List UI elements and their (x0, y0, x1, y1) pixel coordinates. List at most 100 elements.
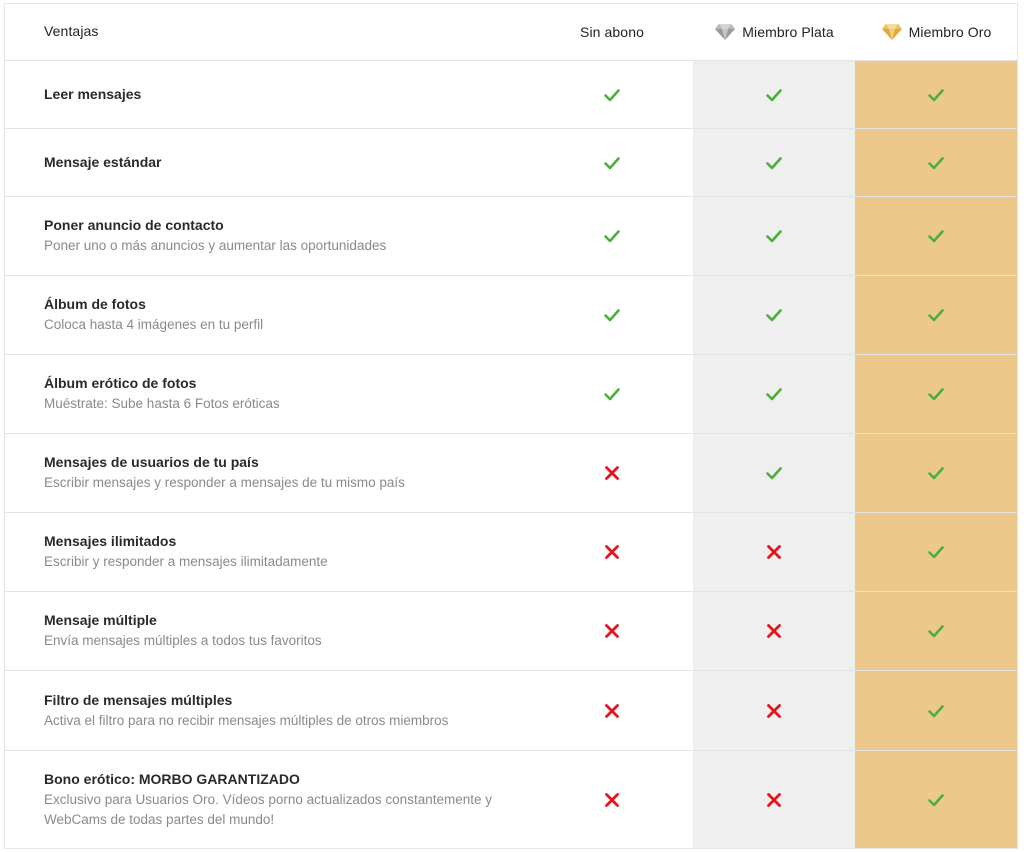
cross-icon (767, 792, 781, 807)
availability-cell-silver (693, 385, 855, 403)
check-icon (928, 625, 944, 638)
table-row: Leer mensajes (5, 61, 1017, 129)
comparison-table: Ventajas Sin abono Miembro Plata Miembro… (4, 3, 1018, 849)
check-icon (766, 230, 782, 243)
silver-diamond-icon (715, 24, 736, 40)
cross-icon (767, 624, 781, 638)
availability-cell-free (531, 86, 693, 104)
availability-cell-gold (855, 306, 1017, 324)
availability-cell-free (531, 227, 693, 245)
page: Ventajas Sin abono Miembro Plata Miembro… (0, 0, 1024, 852)
check-icon (928, 793, 944, 806)
feature-cell: Mensajes de usuarios de tu país Escribir … (5, 453, 531, 493)
check-icon (604, 230, 620, 243)
feature-cell: Poner anuncio de contacto Poner uno o más… (5, 216, 531, 256)
table-row: Álbum de fotos Coloca hasta 4 imágenes en… (5, 276, 1017, 355)
availability-cell-free (531, 306, 693, 324)
availability-cell-silver (693, 154, 855, 172)
cross-icon (605, 545, 619, 559)
availability-cell-gold (855, 543, 1017, 561)
feature-description: Coloca hasta 4 imágenes en tu perfil (44, 317, 264, 332)
cross-icon (605, 466, 619, 480)
feature-title: Mensaje estándar (44, 154, 162, 170)
feature-title: Álbum erótico de fotos (44, 375, 197, 391)
header-plan-free-label: Sin abono (580, 24, 644, 40)
check-icon (766, 309, 782, 322)
table-row: Mensaje múltiple Envía mensajes múltiples… (5, 592, 1017, 671)
availability-cell-gold (855, 702, 1017, 720)
availability-cell-gold (855, 154, 1017, 172)
availability-cell-silver (693, 791, 855, 809)
check-icon (928, 704, 944, 717)
availability-cell-free (531, 622, 693, 640)
feature-title: Mensajes ilimitados (44, 533, 177, 549)
table-row: Poner anuncio de contacto Poner uno o más… (5, 197, 1017, 276)
feature-cell: Álbum erótico de fotos Muéstrate: Sube ha… (5, 374, 531, 414)
table-row: Mensajes ilimitados Escribir y responder … (5, 513, 1017, 592)
availability-cell-gold (855, 791, 1017, 809)
feature-cell: Bono erótico: MORBO GARANTIZADO Exclusivo… (5, 770, 531, 830)
availability-cell-free (531, 543, 693, 561)
availability-cell-gold (855, 86, 1017, 104)
check-icon (766, 156, 782, 169)
feature-description: Exclusivo para Usuarios Oro. Vídeos porn… (44, 791, 492, 827)
feature-cell: Leer mensajes (5, 85, 531, 104)
check-icon (928, 88, 944, 101)
feature-description: Poner uno o más anuncios y aumentar las … (44, 238, 387, 253)
feature-description: Activa el filtro para no recibir mensaje… (44, 712, 449, 728)
availability-cell-gold (855, 227, 1017, 245)
check-icon (766, 467, 782, 480)
check-icon (928, 230, 944, 243)
availability-cell-silver (693, 306, 855, 324)
table-body: Ventajas Sin abono Miembro Plata Miembro… (5, 4, 1017, 848)
check-icon (928, 467, 944, 480)
availability-cell-silver (693, 227, 855, 245)
availability-cell-silver (693, 464, 855, 482)
check-icon (928, 546, 944, 559)
cross-icon (605, 703, 619, 718)
cross-icon (767, 703, 781, 718)
availability-cell-free (531, 154, 693, 172)
feature-title: Leer mensajes (44, 86, 142, 102)
feature-cell: Filtro de mensajes múltiples Activa el fi… (5, 691, 531, 731)
header-plan-gold-label: Miembro Oro (908, 24, 992, 40)
check-icon (604, 309, 620, 322)
availability-cell-gold (855, 464, 1017, 482)
feature-title: Bono erótico: MORBO GARANTIZADO (44, 770, 300, 787)
feature-cell: Mensajes ilimitados Escribir y responder … (5, 532, 531, 572)
check-icon (766, 388, 782, 401)
availability-cell-gold (855, 622, 1017, 640)
check-icon (604, 388, 620, 401)
check-icon (604, 156, 620, 169)
feature-description: Envía mensajes múltiples a todos tus fav… (44, 633, 322, 648)
feature-title: Álbum de fotos (44, 296, 146, 312)
cross-icon (767, 545, 781, 559)
table-row: Filtro de mensajes múltiples Activa el fi… (5, 671, 1017, 751)
table-header-row: Ventajas Sin abono Miembro Plata Miembro… (5, 4, 1017, 61)
availability-cell-free (531, 702, 693, 720)
header-plan-silver: Miembro Plata (693, 23, 855, 41)
availability-cell-gold (855, 385, 1017, 403)
feature-title: Mensaje múltiple (44, 612, 157, 628)
feature-description: Escribir y responder a mensajes ilimitad… (44, 554, 328, 569)
feature-cell: Mensaje estándar (5, 153, 531, 172)
feature-cell: Mensaje múltiple Envía mensajes múltiples… (5, 611, 531, 651)
check-icon (766, 88, 782, 101)
cross-icon (605, 624, 619, 638)
availability-cell-silver (693, 622, 855, 640)
check-icon (604, 88, 620, 101)
feature-cell: Álbum de fotos Coloca hasta 4 imágenes en… (5, 295, 531, 335)
header-plan-free: Sin abono (531, 24, 693, 40)
availability-cell-free (531, 385, 693, 403)
availability-cell-silver (693, 702, 855, 720)
check-icon (928, 309, 944, 322)
check-icon (928, 156, 944, 169)
feature-description: Muéstrate: Sube hasta 6 Fotos eróticas (44, 396, 280, 411)
gold-diamond-icon (881, 24, 902, 40)
feature-title: Mensajes de usuarios de tu país (44, 454, 259, 470)
header-feature-label: Ventajas (44, 23, 99, 39)
cross-icon (605, 792, 619, 807)
feature-title: Filtro de mensajes múltiples (44, 691, 233, 708)
table-row: Bono erótico: MORBO GARANTIZADO Exclusivo… (5, 751, 1017, 848)
check-icon (928, 388, 944, 401)
